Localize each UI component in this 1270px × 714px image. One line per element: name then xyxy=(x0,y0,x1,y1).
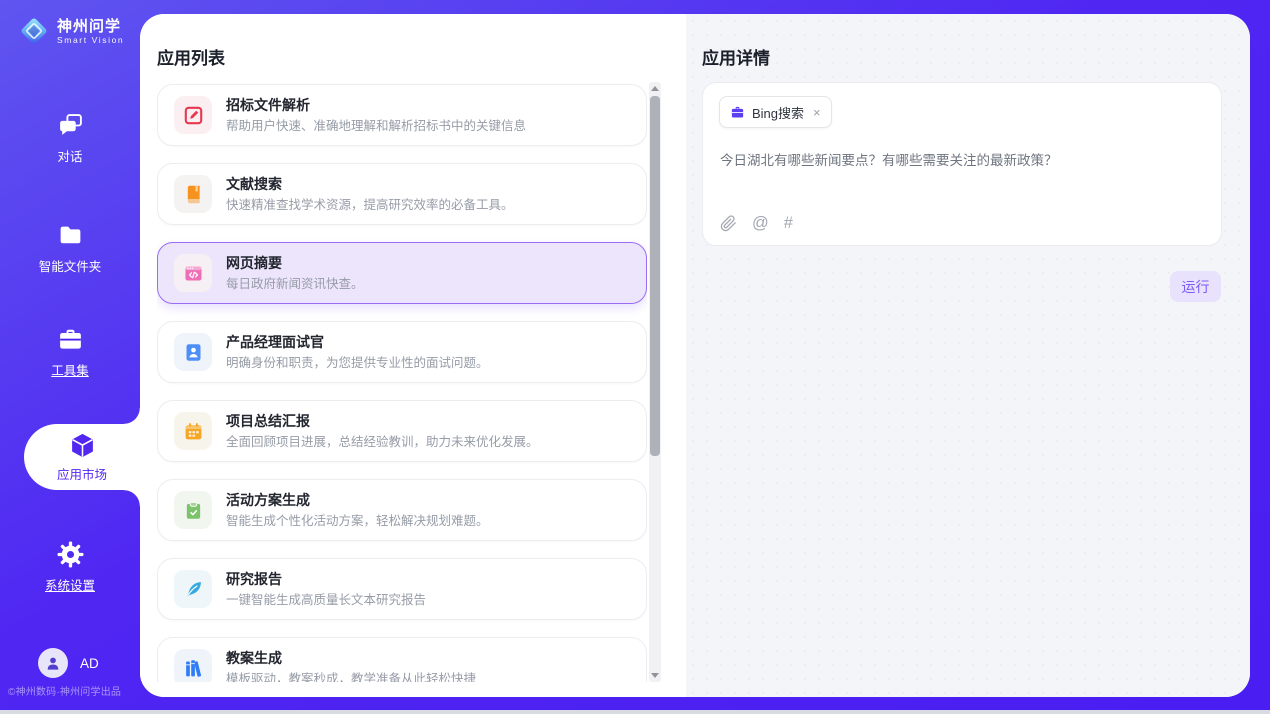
chat-icon xyxy=(57,112,84,139)
scrollbar-thumb[interactable] xyxy=(650,96,660,456)
app-desc: 智能生成个性化活动方案，轻松解决规划难题。 xyxy=(226,513,489,529)
user-profile[interactable]: AD xyxy=(38,648,99,678)
scroll-up-button[interactable] xyxy=(649,82,661,95)
calendar-icon xyxy=(183,421,204,442)
book-icon xyxy=(183,184,204,205)
resume-icon xyxy=(183,342,204,363)
app-list-panel: 应用列表 招标文件解析 帮助用户快速、准确地理解和解析招标书中的关键信息 文献搜… xyxy=(140,14,686,697)
app-desc: 快速精准查找学术资源，提高研究效率的必备工具。 xyxy=(226,197,514,213)
run-button[interactable]: 运行 xyxy=(1170,271,1221,302)
tool-tag-bing-search[interactable]: Bing搜索 × xyxy=(719,96,832,128)
scroll-down-button[interactable] xyxy=(649,669,661,682)
app-icon xyxy=(174,491,212,529)
sidebar-item-settings[interactable]: 系统设置 xyxy=(0,541,140,594)
scrollbar[interactable] xyxy=(649,82,661,682)
gear-icon xyxy=(57,541,84,568)
app-icon xyxy=(174,175,212,213)
diamond-logo-icon xyxy=(18,15,50,47)
app-title: 文献搜索 xyxy=(226,175,514,193)
app-card-list: 招标文件解析 帮助用户快速、准确地理解和解析招标书中的关键信息 文献搜索 快速精… xyxy=(157,84,647,682)
clipboard-check-icon xyxy=(183,500,204,521)
web-code-icon xyxy=(183,263,204,284)
app-icon xyxy=(174,254,212,292)
app-card[interactable]: 网页摘要 每日政府新闻资讯快查。 xyxy=(157,242,647,304)
app-list-title: 应用列表 xyxy=(157,44,225,69)
app-desc: 明确身份和职责，为您提供专业性的面试问题。 xyxy=(226,355,489,371)
books-icon xyxy=(183,658,204,679)
bottom-edge-line xyxy=(0,710,1270,714)
close-icon[interactable]: × xyxy=(813,106,821,119)
app-desc: 模板驱动，教案秒成，教学准备从此轻松快捷 xyxy=(226,671,476,682)
main-content: 应用列表 招标文件解析 帮助用户快速、准确地理解和解析招标书中的关键信息 文献搜… xyxy=(140,14,1250,697)
app-icon xyxy=(174,333,212,371)
sidebar: 神州问学 Smart Vision 对话 智能文件夹 工具集 应用市场 系统设置… xyxy=(0,0,140,710)
app-icon xyxy=(174,649,212,682)
brand-name: 神州问学 xyxy=(57,18,124,35)
app-detail-panel: 应用详情 Bing搜索 × 今日湖北有哪些新闻要点？有哪些需要关注的最新政策？ … xyxy=(686,14,1250,697)
sidebar-item-toolset[interactable]: 工具集 xyxy=(0,326,140,379)
edit-doc-icon xyxy=(183,105,204,126)
app-card[interactable]: 产品经理面试官 明确身份和职责，为您提供专业性的面试问题。 xyxy=(157,321,647,383)
mention-icon[interactable]: @ xyxy=(752,215,769,232)
app-title: 教案生成 xyxy=(226,649,476,667)
avatar[interactable] xyxy=(38,648,68,678)
triangle-down-icon xyxy=(651,673,659,678)
app-desc: 帮助用户快速、准确地理解和解析招标书中的关键信息 xyxy=(226,118,526,134)
app-title: 项目总结汇报 xyxy=(226,412,539,430)
app-desc: 全面回顾项目进展，总结经验教训，助力未来优化发展。 xyxy=(226,434,539,450)
folder-icon xyxy=(57,222,84,249)
tool-tag-label: Bing搜索 xyxy=(752,103,804,122)
app-window: 神州问学 Smart Vision 对话 智能文件夹 工具集 应用市场 系统设置… xyxy=(0,0,1270,714)
app-icon xyxy=(174,96,212,134)
app-card[interactable]: 文献搜索 快速精准查找学术资源，提高研究效率的必备工具。 xyxy=(157,163,647,225)
sidebar-item-smart-folders[interactable]: 智能文件夹 xyxy=(0,222,140,275)
app-title: 招标文件解析 xyxy=(226,96,526,114)
app-card[interactable]: 研究报告 一键智能生成高质量长文本研究报告 xyxy=(157,558,647,620)
app-desc: 每日政府新闻资讯快查。 xyxy=(226,276,364,292)
toolbox-icon xyxy=(57,326,84,353)
app-card[interactable]: 项目总结汇报 全面回顾项目进展，总结经验教训，助力未来优化发展。 xyxy=(157,400,647,462)
app-title: 网页摘要 xyxy=(226,254,364,272)
brand-subtitle: Smart Vision xyxy=(57,35,124,45)
user-label: AD xyxy=(80,656,99,671)
input-toolbar: @# xyxy=(720,215,793,232)
triangle-up-icon xyxy=(651,86,659,91)
quill-icon xyxy=(183,579,204,600)
app-card[interactable]: 教案生成 模板驱动，教案秒成，教学准备从此轻松快捷 xyxy=(157,637,647,682)
app-card[interactable]: 招标文件解析 帮助用户快速、准确地理解和解析招标书中的关键信息 xyxy=(157,84,647,146)
query-input[interactable]: 今日湖北有哪些新闻要点？有哪些需要关注的最新政策？ xyxy=(720,151,1205,170)
person-icon xyxy=(44,654,62,672)
app-title: 产品经理面试官 xyxy=(226,333,489,351)
hash-icon[interactable]: # xyxy=(784,215,793,232)
sidebar-item-chat[interactable]: 对话 xyxy=(0,112,140,165)
briefcase-icon xyxy=(730,105,745,120)
app-detail-title: 应用详情 xyxy=(702,44,770,69)
attachment-icon[interactable] xyxy=(720,215,737,232)
app-icon xyxy=(174,412,212,450)
prompt-input-card[interactable]: Bing搜索 × 今日湖北有哪些新闻要点？有哪些需要关注的最新政策？ @# xyxy=(702,82,1222,246)
app-icon xyxy=(174,570,212,608)
app-card[interactable]: 活动方案生成 智能生成个性化活动方案，轻松解决规划难题。 xyxy=(157,479,647,541)
sidebar-item-app-market[interactable]: 应用市场 xyxy=(24,424,140,490)
app-desc: 一键智能生成高质量长文本研究报告 xyxy=(226,592,426,608)
cube-icon xyxy=(69,432,96,459)
app-title: 研究报告 xyxy=(226,570,426,588)
app-title: 活动方案生成 xyxy=(226,491,489,509)
brand-logo: 神州问学 Smart Vision xyxy=(18,15,124,47)
copyright-footer: ©神州数码·神州问学出品 xyxy=(8,683,138,698)
